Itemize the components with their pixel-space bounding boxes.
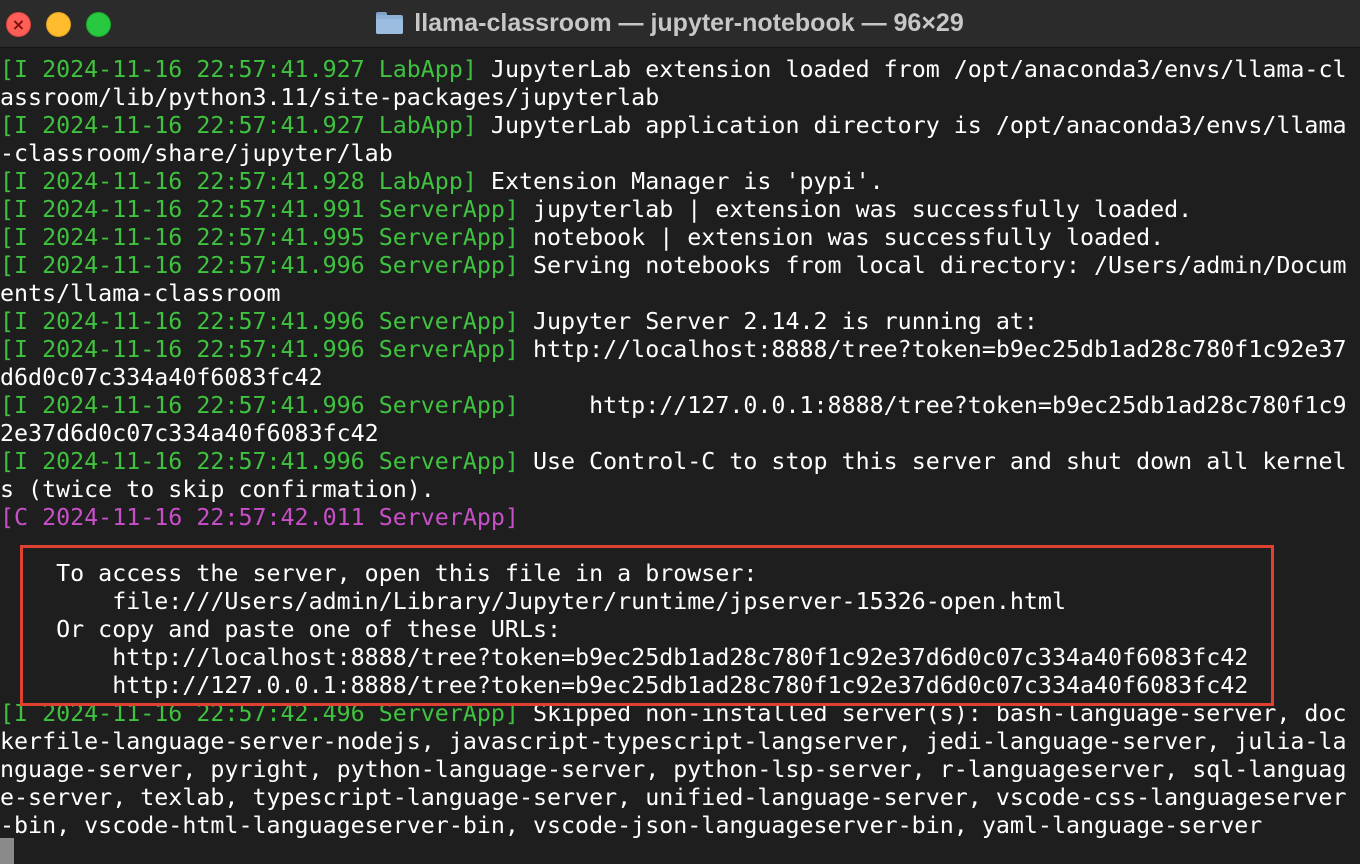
log-text: -bin, vscode-html-languageserver-bin, vs… <box>0 812 1263 839</box>
terminal-line: s (twice to skip confirmation). <box>0 476 1360 504</box>
terminal-line: Or copy and paste one of these URLs: <box>0 616 1360 644</box>
log-text: assroom/lib/python3.11/site-packages/jup… <box>0 84 660 111</box>
terminal-line: To access the server, open this file in … <box>0 560 1360 588</box>
terminal-line: e-server, texlab, typescript-language-se… <box>0 784 1360 812</box>
terminal-line: [C 2024-11-16 22:57:42.011 ServerApp] <box>0 504 1360 532</box>
log-text: http://localhost:8888/tree?token=b9ec25d… <box>0 644 1249 671</box>
log-text: notebook | extension was successfully lo… <box>518 224 1165 251</box>
terminal-line: [I 2024-11-16 22:57:41.996 ServerApp] Us… <box>0 448 1360 476</box>
terminal-line: assroom/lib/python3.11/site-packages/jup… <box>0 84 1360 112</box>
log-tag: [I 2024-11-16 22:57:41.928 LabApp] <box>0 168 477 195</box>
terminal-line: http://localhost:8888/tree?token=b9ec25d… <box>0 644 1360 672</box>
log-text: Or copy and paste one of these URLs: <box>0 616 562 643</box>
terminal-window: × llama-classroom — jupyter-notebook — 9… <box>0 0 1360 864</box>
log-text: http://localhost:8888/tree?token=b9ec25d… <box>518 336 1347 363</box>
terminal-line: [I 2024-11-16 22:57:41.927 LabApp] Jupyt… <box>0 112 1360 140</box>
log-tag: [I 2024-11-16 22:57:41.927 LabApp] <box>0 112 477 139</box>
terminal-line: [I 2024-11-16 22:57:41.927 LabApp] Jupyt… <box>0 56 1360 84</box>
log-tag: [I 2024-11-16 22:57:41.927 LabApp] <box>0 56 477 83</box>
terminal-output[interactable]: [I 2024-11-16 22:57:41.927 LabApp] Jupyt… <box>0 56 1360 864</box>
log-text: http://127.0.0.1:8888/tree?token=b9ec25d… <box>518 392 1347 419</box>
log-text: kerfile-language-server-nodejs, javascri… <box>0 728 1347 755</box>
log-text: d6d0c07c334a40f6083fc42 <box>0 364 323 391</box>
terminal-line: nguage-server, pyright, python-language-… <box>0 756 1360 784</box>
terminal-line: file:///Users/admin/Library/Jupyter/runt… <box>0 588 1360 616</box>
log-text: e-server, texlab, typescript-language-se… <box>0 784 1347 811</box>
log-text: Jupyter Server 2.14.2 is running at: <box>518 308 1038 335</box>
terminal-line: [I 2024-11-16 22:57:42.496 ServerApp] Sk… <box>0 700 1360 728</box>
log-tag: [C 2024-11-16 22:57:42.011 ServerApp] <box>0 504 519 531</box>
log-text: file:///Users/admin/Library/Jupyter/runt… <box>0 588 1066 615</box>
terminal-line: [I 2024-11-16 22:57:41.928 LabApp] Exten… <box>0 168 1360 196</box>
log-text: http://127.0.0.1:8888/tree?token=b9ec25d… <box>0 672 1249 699</box>
terminal-line: kerfile-language-server-nodejs, javascri… <box>0 728 1360 756</box>
folder-icon <box>376 12 404 34</box>
terminal-line: [I 2024-11-16 22:57:41.996 ServerApp] Ju… <box>0 308 1360 336</box>
log-text: Extension Manager is 'pypi'. <box>476 168 884 195</box>
terminal-line: [I 2024-11-16 22:57:41.996 ServerApp] Se… <box>0 252 1360 280</box>
log-text: -classroom/share/jupyter/lab <box>0 140 393 167</box>
log-tag: [I 2024-11-16 22:57:41.995 ServerApp] <box>0 224 519 251</box>
terminal-line: [I 2024-11-16 22:57:41.995 ServerApp] no… <box>0 224 1360 252</box>
log-text: jupyterlab | extension was successfully … <box>518 196 1193 223</box>
log-tag: [I 2024-11-16 22:57:41.996 ServerApp] <box>0 448 519 475</box>
terminal-line: ents/llama-classroom <box>0 280 1360 308</box>
log-text: Use Control-C to stop this server and sh… <box>518 448 1347 475</box>
terminal-line: -bin, vscode-html-languageserver-bin, vs… <box>0 812 1360 840</box>
terminal-scrollbar[interactable] <box>1352 48 1360 864</box>
terminal-line: 2e37d6d0c07c334a40f6083fc42 <box>0 420 1360 448</box>
log-text: To access the server, open this file in … <box>0 560 758 587</box>
terminal-line: [I 2024-11-16 22:57:41.996 ServerApp] ht… <box>0 392 1360 420</box>
terminal-line: -classroom/share/jupyter/lab <box>0 140 1360 168</box>
log-text: JupyterLab application directory is /opt… <box>476 112 1347 139</box>
terminal-cursor <box>0 838 14 864</box>
log-text: Skipped non-installed server(s): bash-la… <box>518 700 1347 727</box>
terminal-line: http://127.0.0.1:8888/tree?token=b9ec25d… <box>0 672 1360 700</box>
log-text: s (twice to skip confirmation). <box>0 476 435 503</box>
log-tag: [I 2024-11-16 22:57:41.996 ServerApp] <box>0 308 519 335</box>
window-title: llama-classroom — jupyter-notebook — 96×… <box>414 8 964 37</box>
title-bar[interactable]: × llama-classroom — jupyter-notebook — 9… <box>0 0 1360 48</box>
terminal-line: [I 2024-11-16 22:57:41.991 ServerApp] ju… <box>0 196 1360 224</box>
log-tag: [I 2024-11-16 22:57:41.996 ServerApp] <box>0 336 519 363</box>
log-text: JupyterLab extension loaded from /opt/an… <box>476 56 1347 83</box>
log-text: Serving notebooks from local directory: … <box>518 252 1347 279</box>
log-text: 2e37d6d0c07c334a40f6083fc42 <box>0 420 379 447</box>
log-tag: [I 2024-11-16 22:57:41.996 ServerApp] <box>0 392 519 419</box>
log-tag: [I 2024-11-16 22:57:41.991 ServerApp] <box>0 196 519 223</box>
log-tag: [I 2024-11-16 22:57:42.496 ServerApp] <box>0 700 519 727</box>
terminal-line: d6d0c07c334a40f6083fc42 <box>0 364 1360 392</box>
title-container: llama-classroom — jupyter-notebook — 96×… <box>0 0 1340 46</box>
log-text: ents/llama-classroom <box>0 280 281 307</box>
terminal-line: [I 2024-11-16 22:57:41.996 ServerApp] ht… <box>0 336 1360 364</box>
log-text: nguage-server, pyright, python-language-… <box>0 756 1347 783</box>
log-tag: [I 2024-11-16 22:57:41.996 ServerApp] <box>0 252 519 279</box>
